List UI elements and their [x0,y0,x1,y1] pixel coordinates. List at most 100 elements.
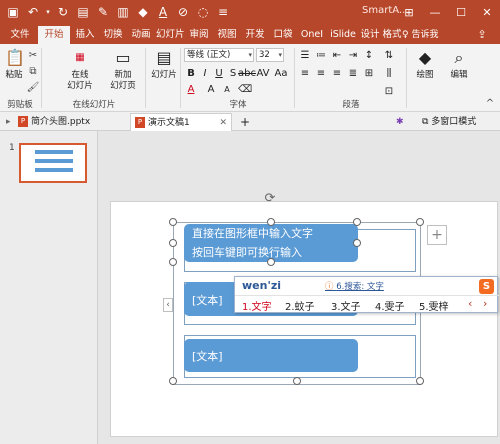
ring-icon[interactable]: ◌ [194,3,212,21]
text-direction-icon[interactable]: ⇅ [382,48,396,62]
editing-button[interactable]: ⌕ 编辑 [444,46,474,81]
online-slides-button[interactable]: ▦ 在线 幻灯片 [63,46,97,92]
doc-tab-active[interactable]: P 演示文稿1 ✕ [130,113,232,131]
rotate-handle-icon[interactable]: ⟳ [263,192,277,206]
maximize-button[interactable]: ☐ [448,0,474,24]
increase-indent-icon[interactable]: ⇥ [346,48,360,62]
ribbon-options-icon[interactable]: ⊞ [396,0,422,24]
resize-handle[interactable] [416,218,424,226]
distribute-icon[interactable]: ⊞ [362,66,376,80]
redo-icon[interactable]: ↻ [54,3,72,21]
tab-pocket[interactable]: 口袋 [270,26,296,44]
fill-color-icon[interactable]: ◆ [134,3,152,21]
spacing-button[interactable]: AV [256,66,270,80]
shrink-font-button[interactable]: A [220,82,234,96]
pin-icon[interactable]: ✱ [392,113,412,131]
resize-handle[interactable] [169,377,177,385]
share-icon[interactable]: ⇪ [470,28,494,42]
italic-button[interactable]: I [198,66,212,80]
ribbon-divider [406,48,407,108]
tab-format[interactable]: 格式 [382,26,402,44]
decrease-indent-icon[interactable]: ⇤ [330,48,344,62]
align-left-icon[interactable]: ≡ [298,66,312,80]
picture-icon[interactable]: ▥ [114,3,132,21]
strikethrough-button[interactable]: abc [238,66,256,80]
doc-tab[interactable]: P 简介头图.pptx [14,113,126,131]
tab-animations[interactable]: 动画 [128,26,154,44]
font-name-combo[interactable]: 等线 (正文) ▾ [184,48,254,62]
tab-file[interactable]: 文件 [6,26,34,44]
add-shape-icon[interactable]: + [427,225,447,245]
ime-next-page-icon[interactable]: › [483,297,487,310]
ime-candidate[interactable]: 1.文字 [242,298,272,313]
add-tab-icon[interactable]: + [236,113,252,131]
resize-handle[interactable] [169,239,177,247]
pen-icon[interactable]: ✎ [94,3,112,21]
copy-icon[interactable]: ⧉ [25,64,41,78]
save-icon[interactable]: ▣ [4,3,22,21]
align-right-icon[interactable]: ≡ [330,66,344,80]
align-center-icon[interactable]: ≡ [314,66,328,80]
tab-transitions[interactable]: 切换 [100,26,126,44]
ime-search-option[interactable]: ⓘ 6.搜索: 文字 [325,280,384,292]
justify-icon[interactable]: ≣ [346,66,360,80]
cut-icon[interactable]: ✂ [25,48,41,62]
more-icon[interactable]: ≡ [214,3,232,21]
bullets-icon[interactable]: ☰ [298,48,312,62]
clear-format-button[interactable]: ⌫ [238,82,252,96]
slides-button[interactable]: ▤ 幻灯片 [148,46,180,81]
resize-handle[interactable] [169,258,177,266]
ime-candidate[interactable]: 2.蚊子 [285,298,315,313]
tab-design[interactable]: 设计 [360,26,380,44]
tab-developer[interactable]: 开发 [242,26,268,44]
resize-handle[interactable] [353,218,361,226]
resize-handle[interactable] [267,258,275,266]
minimize-button[interactable]: — [422,0,448,24]
collapse-ribbon-icon[interactable]: ^ [482,96,498,110]
case-button[interactable]: Aa [274,66,288,80]
ime-candidate[interactable]: 5.雯梓 [419,298,449,313]
font-size-combo[interactable]: 32 ▾ [256,48,284,62]
window-mode-button[interactable]: ⧉ 多窗口模式 [418,113,500,131]
tab-insert[interactable]: 插入 [72,26,98,44]
new-slide-button[interactable]: ▭ 新加 幻灯页 [105,46,141,92]
drawing-button[interactable]: ◆ 绘图 [410,46,440,81]
slide-thumbnail[interactable] [19,143,87,183]
line-spacing-icon[interactable]: ↕ [362,48,376,62]
text-pane-toggle-icon[interactable]: ‹ [163,298,173,312]
close-button[interactable]: ✕ [474,0,500,24]
font-color-icon[interactable]: A [154,3,172,21]
tab-view[interactable]: 视图 [214,26,240,44]
resize-handle[interactable] [293,377,301,385]
ime-candidate[interactable]: 3.文子 [331,298,361,313]
tell-me-search[interactable]: ♀ 告诉我 [402,26,438,44]
resize-handle[interactable] [169,218,177,226]
undo-icon[interactable]: ↶ [24,3,42,21]
tab-review[interactable]: 审阅 [186,26,212,44]
underline-button[interactable]: U [212,66,226,80]
file-icon[interactable]: ▤ [74,3,92,21]
close-tab-icon[interactable]: ✕ [219,114,227,132]
grow-font-button[interactable]: A [204,82,218,96]
font-color-button[interactable]: A [184,82,198,96]
smartart-icon[interactable]: ⊡ [382,84,396,98]
tab-onei[interactable]: OneI [298,26,326,44]
format-painter-icon[interactable]: 🖌 [25,80,41,94]
resize-handle[interactable] [353,239,361,247]
smartart-shape-selected[interactable]: 直接在图形框中输入文字 按回车键即可换行输入 [184,224,358,262]
smartart-shape[interactable]: [文本] [184,339,358,372]
tab-islide[interactable]: iSlide [328,26,358,44]
tab-scroll-icon[interactable]: ▸ [2,113,11,131]
tab-slideshow[interactable]: 幻灯片 [156,26,185,44]
ime-candidate[interactable]: 4.雯子 [375,298,405,313]
ime-prev-page-icon[interactable]: ‹ [468,297,472,310]
tab-home[interactable]: 开始 [38,26,70,44]
columns-icon[interactable]: ⫼ [382,66,396,80]
bold-button[interactable]: B [184,66,198,80]
paste-button[interactable]: 📋 粘贴 [3,46,25,81]
resize-handle[interactable] [267,218,275,226]
numbering-icon[interactable]: ≔ [314,48,328,62]
resize-handle[interactable] [416,377,424,385]
reset-icon[interactable]: ⊘ [174,3,192,21]
dropdown-icon[interactable]: ▾ [44,3,52,21]
